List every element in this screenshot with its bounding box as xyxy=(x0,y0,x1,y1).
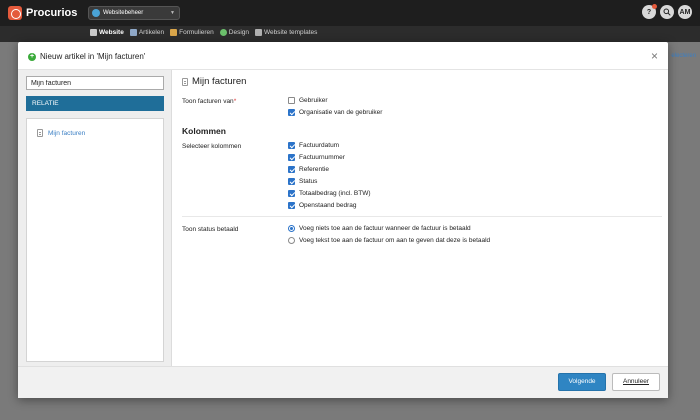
background-select-link: electeren xyxy=(671,53,696,59)
subnav-item-website[interactable]: Website xyxy=(90,29,124,36)
status-option-niets[interactable]: Voeg niets toe aan de factuur wanneer de… xyxy=(288,225,471,232)
page-icon xyxy=(182,77,188,86)
article-settings: Mijn facturen Toon facturen van* Gebruik… xyxy=(173,70,668,366)
article-name-input[interactable] xyxy=(26,76,164,90)
column-status[interactable]: Status xyxy=(288,178,317,185)
brand-name: Procurios xyxy=(26,7,78,19)
cancel-button[interactable]: Annuleer xyxy=(612,373,660,391)
checkbox[interactable] xyxy=(288,190,295,197)
add-icon: + xyxy=(28,52,36,61)
left-panel: RELATIE Mijn facturen xyxy=(18,70,172,366)
article-heading: Mijn facturen xyxy=(182,76,246,87)
workspace-label: Websitebeheer xyxy=(103,10,144,16)
checkbox[interactable] xyxy=(288,109,295,116)
forms-icon xyxy=(170,29,178,36)
toon-status-label: Toon status betaald xyxy=(182,226,239,233)
page-icon xyxy=(37,129,43,137)
column-openstaand-bedrag[interactable]: Openstaand bedrag xyxy=(288,202,356,209)
subnav-item-artikelen[interactable]: Artikelen xyxy=(129,29,164,36)
top-icons: ? AM xyxy=(642,4,692,19)
article-tree: Mijn facturen xyxy=(26,118,164,362)
website-icon xyxy=(90,29,97,36)
chevron-down-icon: ▼ xyxy=(170,10,175,16)
checkbox[interactable] xyxy=(288,178,295,185)
dialog-footer: Volgende Annuleer xyxy=(18,366,668,398)
top-bar: Procurios Websitebeheer ▼ ? AM xyxy=(0,0,700,26)
subnav-item-website-templates[interactable]: Website templates xyxy=(255,29,317,36)
templates-icon xyxy=(255,29,263,36)
avatar[interactable]: AM xyxy=(678,5,692,19)
logo[interactable]: Procurios xyxy=(8,5,77,21)
design-icon xyxy=(219,29,227,36)
column-factuurnummer[interactable]: Factuurnummer xyxy=(288,154,345,161)
selecteer-kolommen-label: Selecteer kolommen xyxy=(182,143,242,150)
checkbox[interactable] xyxy=(288,202,295,209)
subnav-item-design[interactable]: Design xyxy=(219,29,249,36)
toon-facturen-label: Toon facturen van* xyxy=(182,98,237,105)
globe-icon xyxy=(92,9,100,17)
notification-dot xyxy=(652,4,657,9)
checkbox[interactable] xyxy=(288,142,295,149)
search-icon[interactable] xyxy=(660,5,674,19)
help-icon[interactable]: ? xyxy=(642,4,657,19)
checkbox[interactable] xyxy=(288,154,295,161)
checkbox[interactable] xyxy=(288,166,295,173)
articles-icon xyxy=(129,29,137,36)
divider xyxy=(182,216,662,217)
checkbox[interactable] xyxy=(288,97,295,104)
tree-item-mijn-facturen[interactable]: Mijn facturen xyxy=(37,129,85,137)
next-button[interactable]: Volgende xyxy=(558,373,606,391)
subnav-item-formulieren[interactable]: Formulieren xyxy=(170,29,214,36)
column-totaalbedrag[interactable]: Totaalbedrag (incl. BTW) xyxy=(288,190,371,197)
column-factuurdatum[interactable]: Factuurdatum xyxy=(288,142,339,149)
new-article-dialog: + Nieuw artikel in 'Mijn facturen' × REL… xyxy=(18,42,668,398)
dialog-header: + Nieuw artikel in 'Mijn facturen' × xyxy=(18,42,668,70)
procurios-logo-icon xyxy=(8,6,22,20)
sub-nav: Website Artikelen Formulieren Design Web… xyxy=(0,26,700,42)
workspace-select[interactable]: Websitebeheer ▼ xyxy=(88,6,180,20)
tab-relatie[interactable]: RELATIE xyxy=(26,96,164,111)
radio[interactable] xyxy=(288,225,295,232)
column-referentie[interactable]: Referentie xyxy=(288,166,329,173)
dialog-title: + Nieuw artikel in 'Mijn facturen' xyxy=(28,52,146,61)
option-gebruiker[interactable]: Gebruiker xyxy=(288,97,328,104)
status-option-tekst[interactable]: Voeg tekst toe aan de factuur om aan te … xyxy=(288,237,490,244)
radio[interactable] xyxy=(288,237,295,244)
option-organisatie[interactable]: Organisatie van de gebruiker xyxy=(288,109,382,116)
close-icon[interactable]: × xyxy=(651,49,658,63)
kolommen-heading: Kolommen xyxy=(182,126,226,136)
